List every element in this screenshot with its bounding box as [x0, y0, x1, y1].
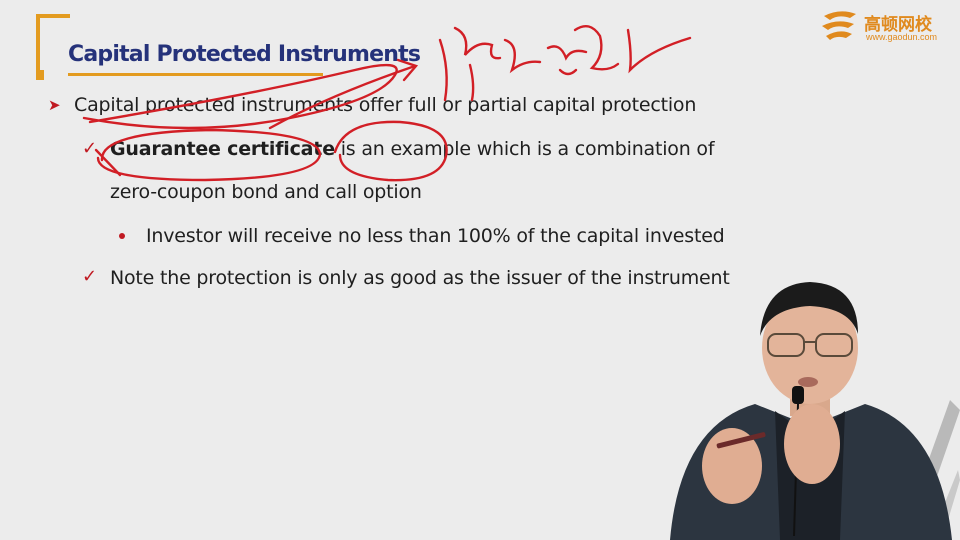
slide-title: Capital Protected Instruments — [68, 42, 421, 67]
gaodun-logo: 高顿网校 www.gaodun.com — [820, 6, 950, 46]
sub-bullet-1-term: Guarantee certificate — [110, 138, 335, 160]
logo-mark-icon — [822, 11, 856, 40]
sub-bullet-1-rest: is an example which is a combination of — [334, 138, 715, 160]
slide: Capital Protected Instruments 高顿网校 www.g… — [0, 0, 960, 540]
title-underline — [68, 73, 323, 76]
arrow-bullet-icon: ➤ — [48, 97, 61, 114]
checkmark-icon: ✓ — [82, 138, 98, 158]
sub-bullet-1-line2: zero-coupon bond and call option — [110, 181, 422, 203]
sub-bullet-1-text: Guarantee certificate is an example whic… — [110, 138, 715, 160]
checkmark-icon: ✓ — [82, 266, 98, 286]
title-bracket-decoration — [36, 14, 70, 76]
sub-point-text: Investor will receive no less than 100% … — [146, 225, 725, 247]
bullet-main-text: Capital protected instruments offer full… — [74, 94, 697, 116]
logo-url: www.gaodun.com — [866, 32, 938, 42]
dot-icon — [119, 233, 125, 239]
presenter-video — [670, 282, 952, 540]
title-bracket-foot — [36, 70, 44, 80]
sub-bullet-2-text: Note the protection is only as good as t… — [110, 267, 730, 289]
